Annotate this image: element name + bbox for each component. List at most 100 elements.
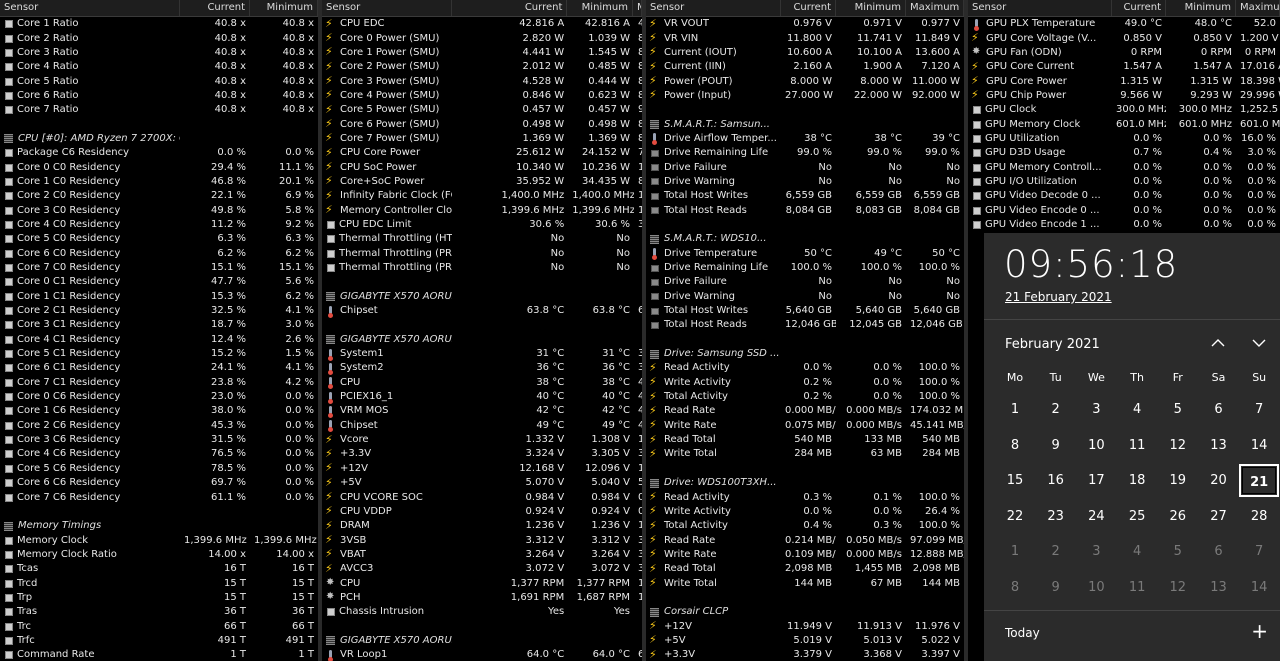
long-date-link[interactable]: 21 February 2021 bbox=[1005, 290, 1112, 304]
calendar-day[interactable]: 14 bbox=[1239, 571, 1279, 604]
sensor-row[interactable] bbox=[322, 275, 642, 289]
column-header-current[interactable]: Current bbox=[180, 0, 250, 16]
sensor-row[interactable]: CPU 38 °C 38 °C 4 bbox=[322, 376, 642, 390]
sensor-row[interactable]: GPU PLX Temperature 49.0 °C 48.0 °C 52.0 bbox=[968, 17, 1280, 31]
sensor-group-header[interactable]: Drive: WDS100T3XH... bbox=[646, 476, 964, 490]
sensor-row[interactable]: Drive Temperature 50 °C 49 °C 50 °C bbox=[646, 247, 964, 261]
calendar-day[interactable]: 5 bbox=[1158, 535, 1198, 568]
calendar-day[interactable]: 26 bbox=[1158, 500, 1198, 533]
sensor-row[interactable]: Core 3 Ratio 40.8 x 40.8 x bbox=[0, 46, 318, 60]
sensor-row[interactable]: Core 5 C0 Residency 6.3 % 6.3 % bbox=[0, 232, 318, 246]
sensor-row[interactable]: Read Activity 0.3 % 0.1 % 100.0 % bbox=[646, 490, 964, 505]
sensor-row[interactable] bbox=[322, 318, 642, 332]
calendar-day[interactable]: 7 bbox=[1239, 393, 1279, 426]
sensor-row[interactable] bbox=[646, 462, 964, 476]
sensor-row[interactable] bbox=[0, 117, 318, 131]
sensor-row[interactable]: Tcas 16 T 16 T bbox=[0, 562, 318, 576]
sensor-row[interactable]: Power (Input) 27.000 W 22.000 W 92.000 W bbox=[646, 89, 964, 103]
calendar-day[interactable]: 2 bbox=[1036, 393, 1076, 426]
next-month-button[interactable] bbox=[1247, 334, 1271, 354]
calendar-day[interactable]: 19 bbox=[1158, 464, 1198, 497]
calendar-day[interactable]: 15 bbox=[995, 464, 1035, 497]
sensor-row[interactable]: Drive Airflow Temper... 38 °C 38 °C 39 °C bbox=[646, 132, 964, 146]
sensor-row[interactable]: CPU VDDP 0.924 V 0.924 V 0.9 bbox=[322, 505, 642, 519]
sensor-row[interactable]: Core 0 Power (SMU) 2.820 W 1.039 W 8.29 bbox=[322, 31, 642, 46]
sensor-row[interactable]: VBAT 3.264 V 3.264 V 3.2 bbox=[322, 548, 642, 562]
sensor-row[interactable]: Core 3 C0 Residency 49.8 % 5.8 % bbox=[0, 203, 318, 217]
sensor-row[interactable]: Write Total 284 MB 63 MB 284 MB bbox=[646, 447, 964, 461]
column-header-minimum[interactable]: Minimum bbox=[250, 0, 318, 16]
sensor-row[interactable]: CPU VCORE SOC 0.984 V 0.984 V 0.9 bbox=[322, 490, 642, 505]
sensor-row[interactable]: Core 2 Power (SMU) 2.012 W 0.485 W 8.39 bbox=[322, 60, 642, 74]
calendar-day[interactable]: 5 bbox=[1158, 393, 1198, 426]
sensor-row[interactable]: Core 6 Power (SMU) 0.498 W 0.498 W 8.46 bbox=[322, 117, 642, 132]
sensor-row[interactable]: Memory Controller Clock ... 1,399.6 MHz 1,… bbox=[322, 203, 642, 218]
sensor-row[interactable]: Write Activity 0.2 % 0.0 % 100.0 % bbox=[646, 376, 964, 390]
sensor-group-header[interactable]: S.M.A.R.T.: Samsun... bbox=[646, 117, 964, 131]
sensor-row[interactable]: Core 7 C6 Residency 61.1 % 0.0 % bbox=[0, 490, 318, 504]
sensor-row[interactable]: Package C6 Residency 0.0 % 0.0 % bbox=[0, 146, 318, 160]
calendar-day[interactable]: 3 bbox=[1076, 393, 1116, 426]
sensor-row[interactable] bbox=[646, 218, 964, 232]
sensor-row[interactable]: System2 36 °C 36 °C 3 bbox=[322, 361, 642, 375]
sensor-row[interactable]: Read Activity 0.0 % 0.0 % 100.0 % bbox=[646, 361, 964, 375]
sensor-row[interactable]: Chassis Intrusion Yes Yes bbox=[322, 605, 642, 619]
sensor-row[interactable]: GPU I/O Utilization 0.0 % 0.0 % 0.0 % bbox=[968, 175, 1280, 189]
sensor-row[interactable]: Read Total 540 MB 133 MB 540 MB bbox=[646, 433, 964, 447]
sensor-row[interactable]: VR VIN 11.800 V 11.741 V 11.849 V bbox=[646, 31, 964, 46]
sensor-row[interactable]: GPU Fan (ODN) 0 RPM 0 RPM 0 RPM bbox=[968, 46, 1280, 60]
sensor-row[interactable] bbox=[322, 619, 642, 633]
calendar-day[interactable]: 11 bbox=[1117, 429, 1157, 462]
sensor-row[interactable]: CPU SoC Power 10.340 W 10.236 W 12.65 bbox=[322, 160, 642, 175]
calendar-day[interactable]: 6 bbox=[1199, 535, 1239, 568]
sensor-row[interactable]: Drive Warning No No No bbox=[646, 290, 964, 304]
column-header-sensor[interactable]: Sensor bbox=[646, 0, 781, 16]
sensor-row[interactable]: Core 7 Ratio 40.8 x 40.8 x bbox=[0, 103, 318, 117]
sensor-row[interactable]: GPU Clock 300.0 MHz 300.0 MHz 1,252.5 MHz bbox=[968, 103, 1280, 117]
sensor-row[interactable]: Core 7 Power (SMU) 1.369 W 1.369 W 8.87 bbox=[322, 132, 642, 146]
column-header-maximum[interactable]: Maximum bbox=[633, 0, 642, 16]
sensor-group-header[interactable]: S.M.A.R.T.: WDS10... bbox=[646, 232, 964, 246]
column-header-current[interactable]: Current bbox=[452, 0, 568, 16]
sensor-row[interactable]: +5V 5.070 V 5.040 V 5.0 bbox=[322, 476, 642, 490]
sensor-row[interactable]: Vcore 1.332 V 1.308 V 1.3 bbox=[322, 433, 642, 447]
calendar-day[interactable]: 1 bbox=[995, 393, 1035, 426]
sensor-row[interactable]: Read Rate 0.000 MB/s 0.000 MB/s 174.032 MB/… bbox=[646, 404, 964, 418]
sensor-row[interactable]: Core 4 Power (SMU) 0.846 W 0.623 W 8.80 bbox=[322, 89, 642, 103]
calendar-day[interactable]: 20 bbox=[1199, 464, 1239, 497]
calendar-day[interactable]: 28 bbox=[1239, 500, 1279, 533]
calendar-day[interactable]: 25 bbox=[1117, 500, 1157, 533]
sensor-row[interactable]: Core 6 C6 Residency 69.7 % 0.0 % bbox=[0, 476, 318, 490]
month-label[interactable]: February 2021 bbox=[1005, 337, 1100, 352]
sensor-row[interactable]: GPU Core Power 1.315 W 1.315 W 18.398 W bbox=[968, 74, 1280, 89]
calendar-day[interactable]: 13 bbox=[1199, 571, 1239, 604]
sensor-row[interactable]: +5V 5.019 V 5.013 V 5.022 V bbox=[646, 634, 964, 648]
sensor-row[interactable]: Core 1 C0 Residency 46.8 % 20.1 % bbox=[0, 175, 318, 189]
sensor-row[interactable]: CPU EDC 42.816 A 42.816 A 42.81 bbox=[322, 17, 642, 31]
sensor-row[interactable]: Drive Failure No No No bbox=[646, 160, 964, 174]
calendar-day[interactable]: 4 bbox=[1117, 535, 1157, 568]
sensor-row[interactable]: Power (POUT) 8.000 W 8.000 W 11.000 W bbox=[646, 74, 964, 89]
sensor-row[interactable]: Memory Clock Ratio 14.00 x 14.00 x bbox=[0, 548, 318, 562]
sensor-row[interactable]: Core 4 C6 Residency 76.5 % 0.0 % bbox=[0, 447, 318, 461]
column-header-current[interactable]: Current bbox=[1112, 0, 1166, 16]
calendar-day[interactable]: 8 bbox=[995, 571, 1035, 604]
sensor-row[interactable]: Core 2 Ratio 40.8 x 40.8 x bbox=[0, 31, 318, 45]
calendar-day[interactable]: 4 bbox=[1117, 393, 1157, 426]
sensor-group-header[interactable]: Memory Timings bbox=[0, 519, 318, 533]
previous-month-button[interactable] bbox=[1206, 334, 1230, 354]
calendar-day[interactable]: 24 bbox=[1076, 500, 1116, 533]
sensor-row[interactable]: GPU Chip Power 9.566 W 9.293 W 29.996 W bbox=[968, 89, 1280, 103]
calendar-day[interactable]: 13 bbox=[1199, 429, 1239, 462]
sensor-row[interactable]: Core 3 C1 Residency 18.7 % 3.0 % bbox=[0, 318, 318, 332]
sensor-row[interactable]: Core 1 Ratio 40.8 x 40.8 x bbox=[0, 17, 318, 31]
sensor-row[interactable] bbox=[0, 505, 318, 519]
sensor-row[interactable]: Trp 15 T 15 T bbox=[0, 591, 318, 605]
sensor-row[interactable]: Read Total 2,098 MB 1,455 MB 2,098 MB bbox=[646, 562, 964, 576]
column-header-sensor[interactable]: Sensor bbox=[968, 0, 1112, 16]
sensor-row[interactable]: Drive Remaining Life 100.0 % 100.0 % 100.0 … bbox=[646, 261, 964, 275]
sensor-row[interactable]: Drive Failure No No No bbox=[646, 275, 964, 289]
sensor-row[interactable]: Core 3 Power (SMU) 4.528 W 0.444 W 8.72 bbox=[322, 74, 642, 89]
calendar-day[interactable]: 11 bbox=[1117, 571, 1157, 604]
sensor-row[interactable]: Command Rate 1 T 1 T bbox=[0, 648, 318, 661]
